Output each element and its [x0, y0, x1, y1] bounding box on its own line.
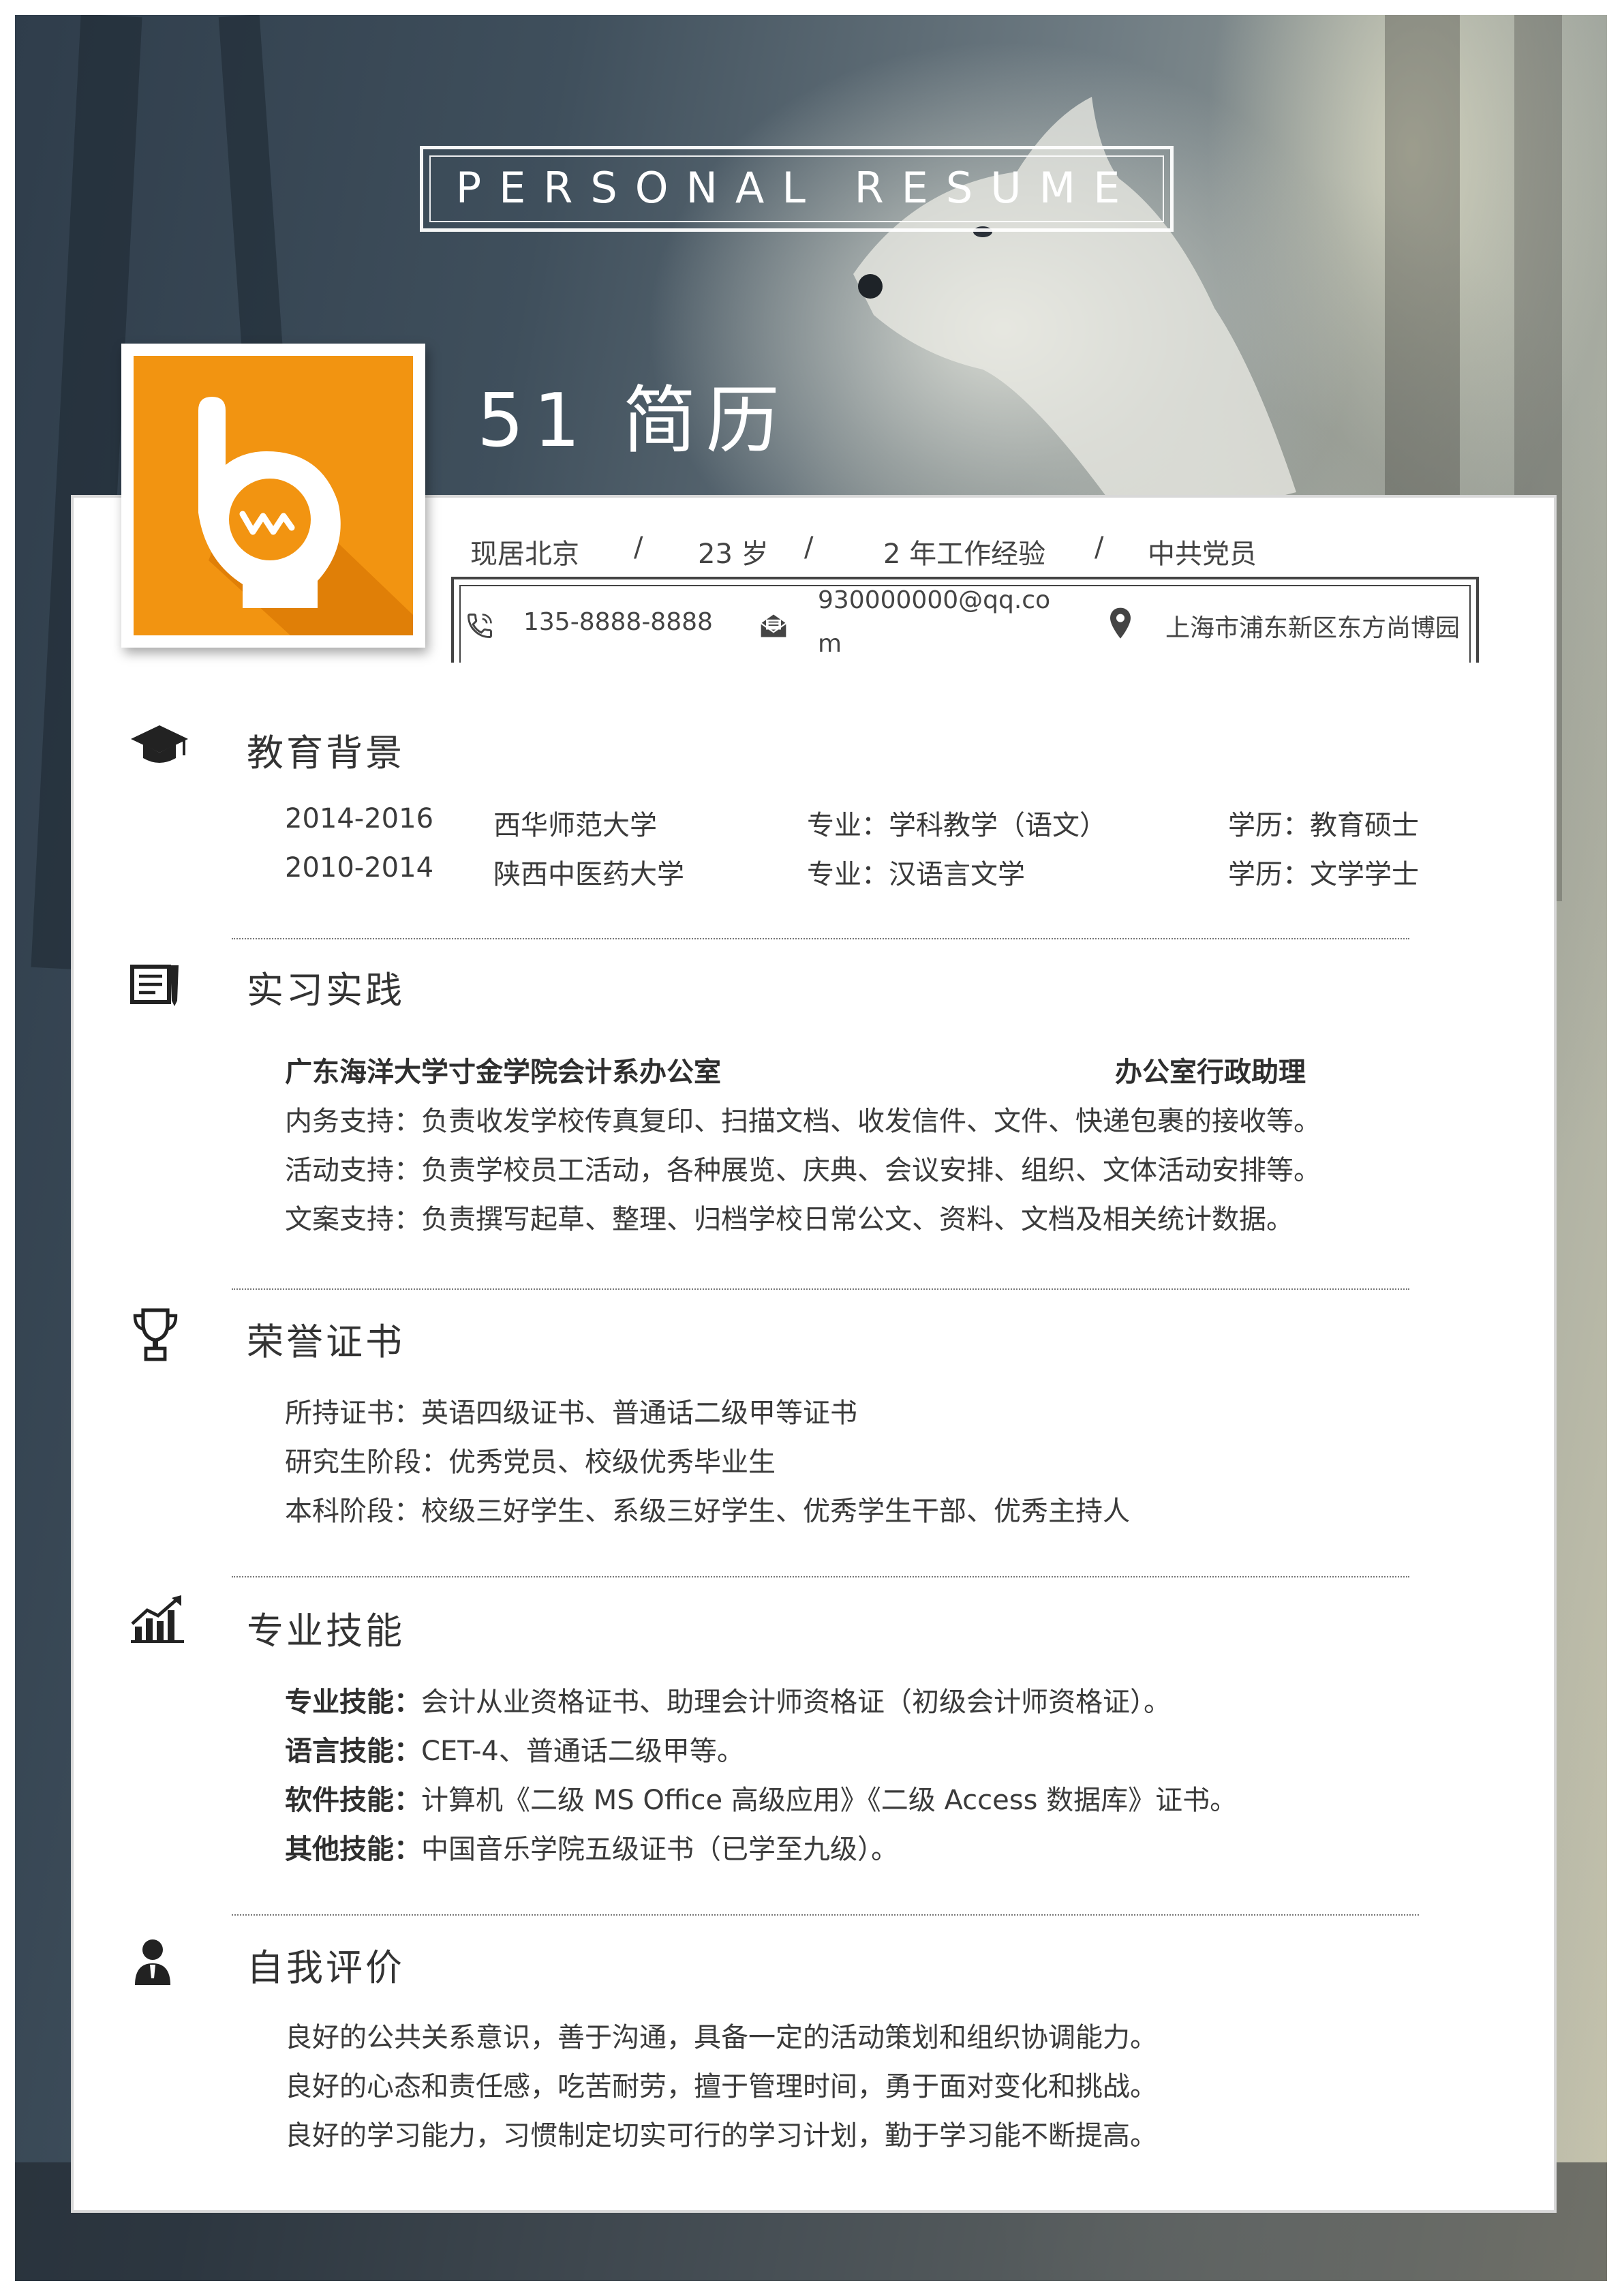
mail-icon — [761, 614, 786, 637]
education-school: 西华师范大学 — [493, 810, 657, 841]
age-text: 23 岁 — [698, 539, 769, 570]
resume-title: PERSONAL RESUME — [455, 163, 1138, 213]
section-divider — [232, 938, 1409, 939]
email-line-2: m — [818, 630, 842, 658]
phone-icon — [468, 614, 492, 638]
resume-title-frame: PERSONAL RESUME — [420, 146, 1174, 232]
education-years: 2014-2016 — [285, 803, 434, 834]
logo-b-icon — [134, 356, 413, 635]
bar-chart-growth-icon — [131, 1595, 184, 1643]
internship-organization: 广东海洋大学寸金学院会计系办公室 — [285, 1057, 721, 1088]
meta-separator: / — [1095, 532, 1104, 563]
skill-item: 其他技能：中国音乐学院五级证书（已学至九级）。 — [285, 1827, 898, 1867]
internship-duty-line: 活动支持：负责学校员工活动，各种展览、庆典、会议安排、组织、文体活动安排等。 — [285, 1155, 1321, 1186]
education-title: 教育背景 — [247, 731, 405, 774]
internship-duty-line: 内务支持：负责收发学校传真复印、扫描文档、收发信件、文件、快递包裹的接收等。 — [285, 1106, 1321, 1137]
skill-label: 其他技能： — [285, 1834, 421, 1865]
trophy-icon — [133, 1308, 178, 1361]
education-major: 专业：学科教学（语文） — [807, 810, 1107, 841]
phone-number: 135-8888-8888 — [523, 608, 713, 636]
section-divider — [232, 1288, 1409, 1290]
self-evaluation-line: 良好的学习能力，习惯制定切实可行的学习计划，勤于学习能不断提高。 — [285, 2120, 1157, 2151]
internship-duty-line: 文案支持：负责撰写起草、整理、归档学校日常公文、资料、文档及相关统计数据。 — [285, 1204, 1294, 1235]
section-divider — [232, 1914, 1419, 1916]
honors-line: 本科阶段：校级三好学生、系级三好学生、优秀学生干部、优秀主持人 — [285, 1496, 1130, 1527]
person-icon — [135, 1939, 170, 1985]
education-school: 陕西中医药大学 — [493, 859, 684, 890]
skill-item: 专业技能：会计从业资格证书、助理会计师资格证（初级会计师资格证）。 — [285, 1680, 1171, 1719]
location-pin-icon — [1110, 607, 1131, 639]
address-text: 上海市浦东新区东方尚博园 — [1165, 614, 1460, 642]
education-degree: 学历：教育硕士 — [1228, 810, 1419, 841]
internship-role: 办公室行政助理 — [1115, 1057, 1306, 1088]
internship-title: 实习实践 — [247, 969, 405, 1012]
section-divider — [232, 1576, 1409, 1577]
skill-text: 计算机《二级 MS Office 高级应用》《二级 Access 数据库》证书。 — [421, 1785, 1238, 1816]
skills-title: 专业技能 — [247, 1610, 405, 1652]
skill-label: 软件技能： — [285, 1785, 421, 1816]
skill-text: 中国音乐学院五级证书（已学至九级）。 — [421, 1834, 898, 1865]
education-years: 2010-2014 — [285, 852, 434, 883]
experience-text: 2 年工作经验 — [883, 539, 1046, 570]
avatar-frame — [121, 344, 425, 648]
honors-line: 所持证书：英语四级证书、普通话二级甲等证书 — [285, 1398, 857, 1429]
skill-text: 会计从业资格证书、助理会计师资格证（初级会计师资格证）。 — [421, 1687, 1171, 1718]
avatar — [134, 356, 413, 635]
skill-text: CET-4、普通话二级甲等。 — [421, 1736, 744, 1767]
honors-line: 研究生阶段：优秀党员、校级优秀毕业生 — [285, 1447, 776, 1478]
skill-label: 语言技能： — [285, 1736, 421, 1767]
political-status-text: 中共党员 — [1148, 539, 1257, 570]
notebook-pen-icon — [130, 965, 179, 1006]
self-evaluation-line: 良好的公共关系意识，善于沟通，具备一定的活动策划和组织协调能力。 — [285, 2022, 1157, 2053]
skill-item: 语言技能：CET-4、普通话二级甲等。 — [285, 1729, 744, 1768]
self-evaluation-title: 自我评价 — [247, 1946, 405, 1989]
meta-separator: / — [804, 532, 814, 563]
education-major: 专业：汉语言文学 — [807, 859, 1025, 890]
candidate-name: 51 简历 — [477, 378, 789, 464]
skill-item: 软件技能：计算机《二级 MS Office 高级应用》《二级 Access 数据… — [285, 1778, 1237, 1817]
self-evaluation-line: 良好的心态和责任感，吃苦耐劳，擅于管理时间，勇于面对变化和挑战。 — [285, 2071, 1157, 2102]
meta-separator: / — [634, 532, 643, 563]
education-degree: 学历：文学学士 — [1228, 859, 1419, 890]
skill-label: 专业技能： — [285, 1687, 421, 1718]
location-text: 现居北京 — [470, 539, 579, 570]
honors-title: 荣誉证书 — [247, 1320, 405, 1363]
email-line-1: 930000000@qq.co — [818, 586, 1051, 614]
graduation-cap-icon — [131, 725, 188, 763]
